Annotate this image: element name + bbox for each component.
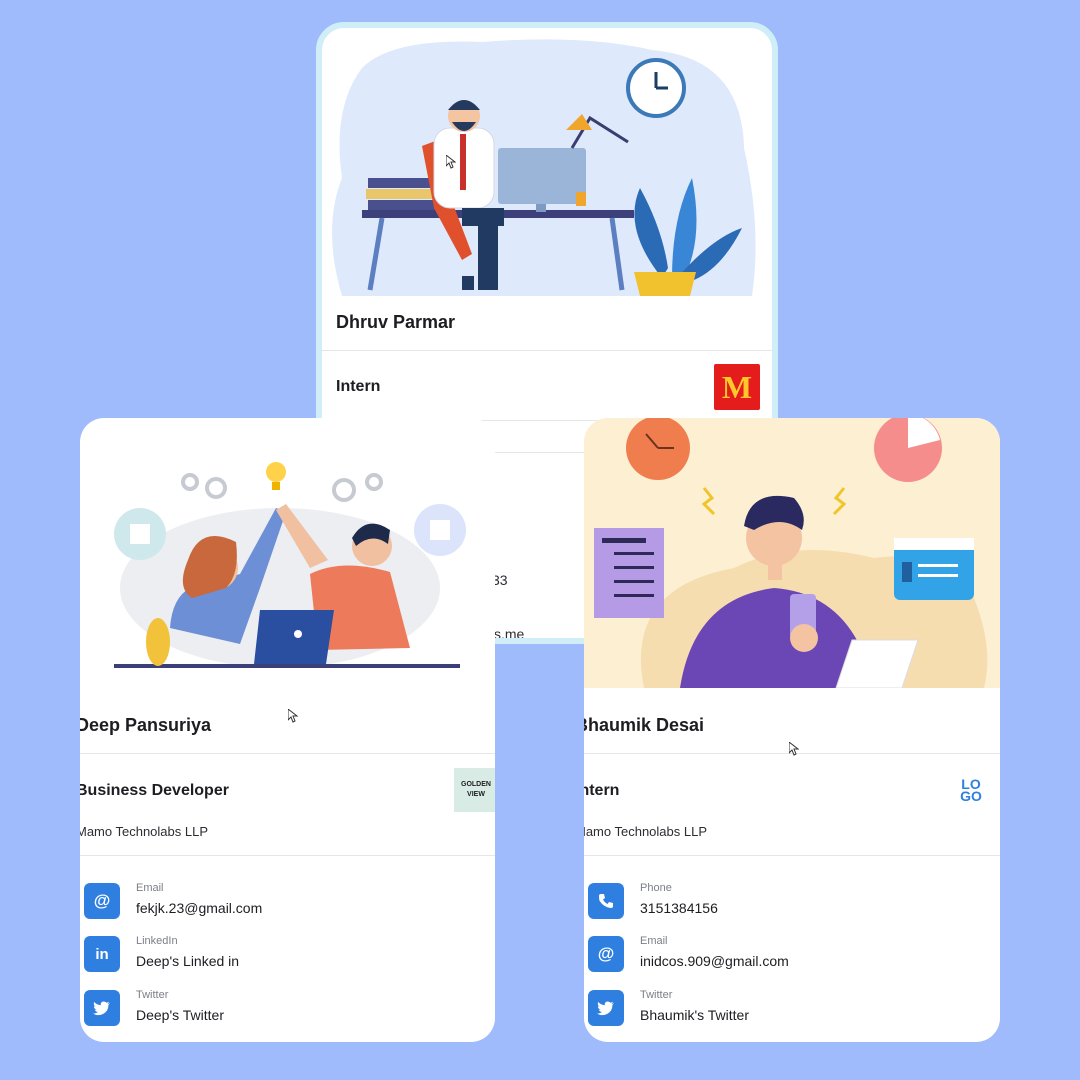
- hero-illustration-stressed: [584, 418, 1000, 688]
- mouse-cursor-icon: [789, 742, 799, 756]
- mouse-cursor-icon: [446, 155, 456, 169]
- profile-name: Dhruv Parmar: [336, 312, 456, 332]
- hero-illustration-highfive: [80, 418, 495, 688]
- contact-value: Bhaumik's Twitter: [640, 1007, 750, 1023]
- profile-card-bhaumik[interactable]: Bhaumik Desai Intern LOGO Mamo Technolab…: [584, 418, 1000, 1042]
- at-icon: @: [84, 883, 120, 919]
- linkedin-icon: in: [84, 936, 120, 972]
- contact-value: Deep's Twitter: [136, 1007, 225, 1023]
- company-logo: M: [714, 364, 760, 410]
- twitter-icon: [588, 990, 624, 1026]
- golden-view-logo-icon: GOLDEN VIEW: [461, 781, 491, 798]
- contact-value: Deep's Linked in: [136, 953, 240, 969]
- profile-card-deep[interactable]: Deep Pansuriya Business Developer GOLDEN…: [80, 418, 495, 1042]
- profile-role: Intern: [336, 378, 381, 395]
- contact-value: inidcos.909@gmail.com: [640, 953, 789, 969]
- at-icon: @: [588, 936, 624, 972]
- contact-twitter[interactable]: Twitter Bhaumik's Twitter: [588, 989, 888, 1027]
- contact-twitter[interactable]: Twitter Deep's Twitter: [84, 989, 384, 1027]
- contact-label: LinkedIn: [136, 935, 178, 947]
- contact-label: Email: [136, 882, 164, 894]
- company-logo: LOGO: [954, 774, 988, 806]
- contact-label: Twitter: [136, 989, 169, 1001]
- phone-icon: [588, 883, 624, 919]
- company-logo: GOLDEN VIEW: [454, 768, 495, 812]
- contact-linkedin[interactable]: in LinkedIn Deep's Linked in: [84, 935, 384, 973]
- company-name: Mamo Technolabs LLP: [584, 824, 708, 839]
- contact-label: Email: [640, 935, 668, 947]
- logo-placeholder-icon: LOGO: [960, 776, 982, 804]
- contact-phone[interactable]: Phone 3151384156: [588, 882, 888, 920]
- contact-label: Phone: [640, 882, 672, 894]
- contact-label: Twitter: [640, 989, 673, 1001]
- profile-role: Business Developer: [80, 782, 229, 799]
- contact-value: 3151384156: [640, 900, 718, 916]
- company-name: Mamo Technolabs LLP: [80, 824, 209, 839]
- profile-name: Deep Pansuriya: [80, 715, 212, 735]
- divider: [584, 855, 1000, 856]
- website-value-peek: s.me: [494, 626, 525, 642]
- profile-role: Intern: [584, 782, 620, 799]
- hero-illustration-office: [322, 28, 772, 296]
- divider: [322, 350, 772, 351]
- divider: [80, 753, 495, 754]
- contact-email[interactable]: @ Email fekjk.23@gmail.com: [84, 882, 384, 920]
- mouse-cursor-icon: [288, 709, 298, 723]
- contact-email[interactable]: @ Email inidcos.909@gmail.com: [588, 935, 888, 973]
- mcdonalds-logo-icon: M: [721, 368, 753, 405]
- contact-value: fekjk.23@gmail.com: [136, 900, 263, 916]
- divider: [80, 855, 495, 856]
- twitter-icon: [84, 990, 120, 1026]
- profile-name: Bhaumik Desai: [584, 715, 705, 735]
